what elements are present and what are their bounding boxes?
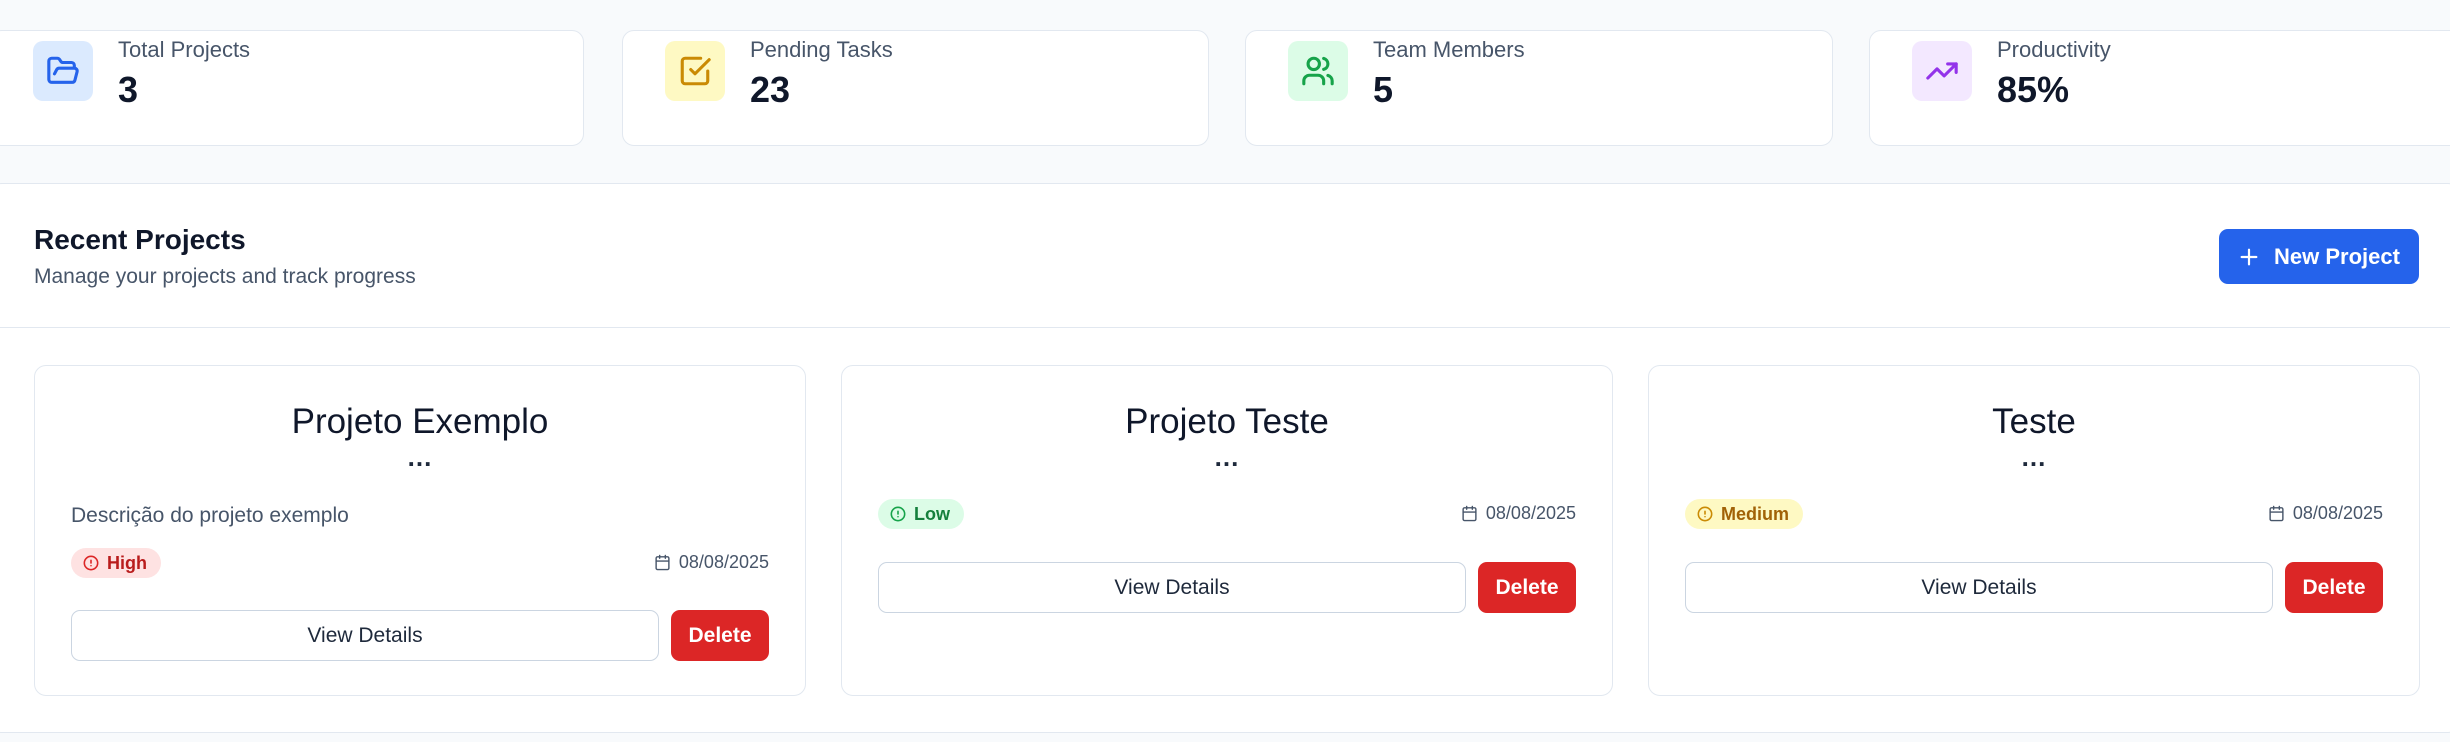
project-card-teste: Teste ... Medium 08/08/2025 View Details… [1648, 365, 2420, 696]
plus-icon [2240, 248, 2258, 265]
calendar-icon [2269, 505, 2284, 522]
view-details-button[interactable]: View Details [878, 562, 1466, 613]
stats-row: Total Projects 3 Pending Tasks 23 Team M… [0, 30, 2450, 146]
panel-subtitle: Manage your projects and track progress [34, 265, 416, 288]
calendar-icon [1462, 505, 1477, 522]
delete-button[interactable]: Delete [2285, 562, 2383, 613]
project-date: 08/08/2025 [1461, 503, 1576, 524]
delete-button[interactable]: Delete [671, 610, 769, 661]
stat-value: 85% [1997, 69, 2070, 110]
date-text: 08/08/2025 [1485, 503, 1576, 523]
stat-value: 23 [750, 69, 791, 110]
priority-badge: Medium [1685, 499, 1804, 529]
delete-button[interactable]: Delete [1478, 562, 1576, 613]
view-details-button[interactable]: View Details [71, 610, 659, 661]
alert-circle-icon [890, 506, 906, 522]
stat-value: 3 [118, 69, 139, 110]
recent-projects-panel: Recent Projects Manage your projects and… [0, 183, 2450, 733]
trending-up-icon [1912, 41, 1972, 101]
calendar-icon [655, 554, 670, 571]
project-menu-dots[interactable]: ... [35, 442, 805, 473]
stat-label: Pending Tasks [750, 37, 893, 62]
panel-title: Recent Projects [34, 224, 246, 255]
stat-card-team-members: Team Members 5 [1245, 30, 1833, 146]
new-project-button[interactable]: New Project [2219, 229, 2419, 284]
project-menu-dots[interactable]: ... [1649, 442, 2419, 473]
project-card-projeto-exemplo: Projeto Exemplo ... Descrição do projeto… [34, 365, 806, 696]
date-text: 08/08/2025 [2292, 503, 2383, 523]
stat-label: Productivity [1997, 37, 2111, 62]
project-title: Teste [1992, 402, 2076, 441]
check-square-icon [665, 41, 725, 101]
project-date: 08/08/2025 [654, 552, 769, 573]
stat-card-productivity: Productivity 85% [1869, 30, 2450, 146]
stat-label: Total Projects [118, 37, 251, 62]
panel-header: Recent Projects Manage your projects and… [0, 184, 2450, 328]
stat-card-total-projects: Total Projects 3 [0, 30, 584, 146]
project-card-projeto-teste: Projeto Teste ... Low 08/08/2025 View De… [841, 365, 1613, 696]
folder-open-icon [33, 41, 93, 101]
project-menu-dots[interactable]: ... [842, 442, 1612, 473]
priority-label: Medium [1721, 503, 1790, 524]
priority-label: Low [914, 503, 950, 524]
view-details-button[interactable]: View Details [1685, 562, 2273, 613]
project-description: Descrição do projeto exemplo [71, 504, 349, 527]
users-icon [1288, 41, 1348, 101]
stat-card-pending-tasks: Pending Tasks 23 [622, 30, 1209, 146]
alert-circle-icon [1697, 506, 1713, 522]
priority-badge: High [71, 548, 161, 578]
date-text: 08/08/2025 [678, 552, 769, 572]
stat-label: Team Members [1373, 37, 1525, 62]
new-project-label: New Project [2274, 243, 2400, 269]
alert-circle-icon [83, 555, 99, 571]
priority-label: High [107, 552, 147, 573]
project-date: 08/08/2025 [2268, 503, 2383, 524]
stat-value: 5 [1373, 69, 1394, 110]
priority-badge: Low [878, 499, 964, 529]
project-title: Projeto Teste [1125, 402, 1329, 441]
project-title: Projeto Exemplo [291, 402, 549, 441]
